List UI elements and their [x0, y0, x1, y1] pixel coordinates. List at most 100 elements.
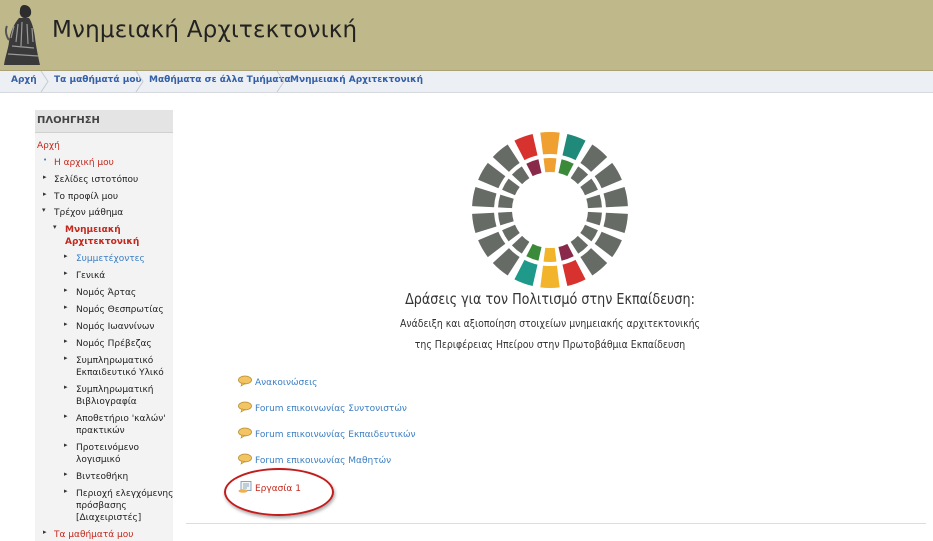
expand-arrow-icon[interactable]: ▸ — [64, 487, 68, 495]
expand-arrow-icon[interactable]: ▸ — [64, 441, 68, 449]
banner-subtitle-line1: Ανάδειξη και αξιοποίηση στοιχείων μνημει… — [399, 317, 701, 330]
navigation-block-header: ΠΛΟΗΓΗΣΗ — [35, 110, 173, 133]
activity-label[interactable]: Forum επικοινωνίας Μαθητών — [255, 456, 391, 466]
rosette-segment — [511, 166, 530, 185]
nav-section-item[interactable]: Συμπληρωματική — [76, 384, 153, 396]
rosette-segment — [498, 194, 514, 209]
nav-course-link-line2[interactable]: Αρχιτεκτονική — [65, 236, 139, 248]
rosette-segment — [478, 162, 506, 189]
nav-my-courses-link[interactable]: Τα μαθήματά μου — [54, 529, 133, 541]
banner-title: Δράσεις για τον Πολιτισμό στην Εκπαίδευσ… — [405, 290, 695, 308]
rosette-segment — [492, 248, 520, 276]
forum-icon — [238, 375, 252, 387]
rosette-segment — [603, 187, 628, 208]
rosette-segment — [580, 224, 598, 242]
rosette-segment — [540, 265, 560, 288]
expand-arrow-icon[interactable]: ▸ — [43, 528, 47, 536]
bullet-icon: • — [43, 156, 48, 164]
collapse-arrow-icon[interactable]: ▾ — [53, 223, 57, 231]
nav-section-item[interactable]: Εκπαιδευτικό Υλικό — [76, 367, 164, 379]
expand-arrow-icon[interactable]: ▸ — [64, 303, 68, 311]
nav-profile[interactable]: Το προφίλ μου — [54, 191, 118, 203]
nav-section-item[interactable]: Βιβλιογραφία — [76, 396, 137, 408]
nav-home-link[interactable]: Αρχή — [37, 140, 60, 152]
breadcrumb-other-departments-link[interactable]: Μαθήματα σε άλλα Τμήματα — [149, 75, 291, 85]
breadcrumb-course-link[interactable]: Μνημειακή Αρχιτεκτονική — [290, 75, 423, 85]
rosette-segment — [603, 212, 628, 233]
rosette-segment — [570, 235, 589, 254]
nav-section-item[interactable]: Βιντεοθήκη — [76, 471, 128, 483]
rosette-segment — [478, 231, 506, 258]
activity-label[interactable]: Forum επικοινωνίας Εκπαιδευτικών — [255, 430, 416, 440]
collapse-arrow-icon[interactable]: ▾ — [42, 206, 46, 214]
nav-section-item[interactable]: Συμπληρωματικό — [76, 355, 153, 367]
rosette-segment — [472, 212, 497, 233]
expand-arrow-icon[interactable]: ▸ — [64, 286, 68, 294]
statue-logo-icon[interactable] — [2, 2, 44, 68]
expand-arrow-icon[interactable]: ▸ — [64, 337, 68, 345]
rosette-segment — [580, 178, 598, 196]
rosette-segment — [558, 243, 574, 261]
rosette-segment — [594, 162, 622, 189]
nav-section-item[interactable]: πρακτικών — [76, 425, 125, 437]
nav-section-item[interactable]: Νομός Θεσπρωτίας — [76, 304, 164, 316]
breadcrumb-my-courses-link[interactable]: Τα μαθήματά μου — [54, 75, 142, 85]
rosette-segment — [586, 194, 602, 209]
breadcrumb-home-link[interactable]: Αρχή — [11, 75, 37, 85]
site-title: Μνημειακή Αρχιτεκτονική — [52, 17, 358, 43]
content-divider — [186, 523, 926, 524]
rosette-segment — [540, 132, 560, 155]
highlight-circle — [224, 468, 334, 516]
rosette-segment — [562, 259, 586, 287]
nav-course-link[interactable]: Μνημειακή — [65, 224, 121, 236]
nav-section-item[interactable]: Νομός Ιωαννίνων — [76, 321, 154, 333]
nav-section-item[interactable]: Γενικά — [76, 270, 105, 282]
activity-label[interactable]: Ανακοινώσεις — [255, 378, 317, 388]
rosette-segment — [514, 259, 538, 287]
rosette-segment — [511, 235, 530, 254]
forum-icon — [238, 453, 252, 465]
breadcrumb-separator-icon — [276, 71, 285, 92]
expand-arrow-icon[interactable]: ▸ — [64, 269, 68, 277]
activity-label[interactable]: Forum επικοινωνίας Συντονιστών — [255, 404, 407, 414]
nav-section-item[interactable]: Προτεινόμενο — [76, 442, 139, 454]
rosette-segment — [498, 211, 514, 226]
expand-arrow-icon[interactable]: ▸ — [64, 383, 68, 391]
rosette-segment — [558, 159, 574, 177]
nav-participants-link[interactable]: Συμμετέχοντες — [76, 253, 145, 265]
rosette-segment — [526, 159, 542, 177]
rosette-segment — [543, 158, 557, 173]
nav-section-item[interactable]: Περιοχή ελεγχόμενης — [76, 488, 173, 500]
expand-arrow-icon[interactable]: ▸ — [64, 470, 68, 478]
rosette-segment — [502, 224, 520, 242]
breadcrumb-separator-icon — [40, 71, 49, 92]
culture-rosette-logo — [472, 132, 628, 288]
nav-section-item[interactable]: πρόσβασης — [76, 500, 127, 512]
rosette-segment — [526, 243, 542, 261]
rosette-segment — [514, 133, 538, 161]
expand-arrow-icon[interactable]: ▸ — [43, 190, 47, 198]
rosette-segment — [492, 144, 520, 172]
navigation-block-title: ΠΛΟΗΓΗΣΗ — [37, 115, 100, 126]
forum-icon — [238, 427, 252, 439]
nav-section-item[interactable]: Αποθετήριο 'καλών' — [76, 413, 166, 425]
expand-arrow-icon[interactable]: ▸ — [64, 320, 68, 328]
rosette-segment — [580, 144, 608, 172]
site-header: Μνημειακή Αρχιτεκτονική — [0, 0, 933, 71]
nav-site-pages[interactable]: Σελίδες ιστοτόπου — [54, 174, 138, 186]
breadcrumb-separator-icon — [135, 71, 144, 92]
nav-section-item[interactable]: [Διαχειριστές] — [76, 512, 141, 524]
rosette-segment — [580, 248, 608, 276]
nav-section-item[interactable]: Νομός Άρτας — [76, 287, 136, 299]
nav-section-item[interactable]: λογισμικό — [76, 454, 121, 466]
banner-subtitle-line2: της Περιφέρειας Ηπείρου στην Πρωτοβάθμια… — [414, 338, 686, 351]
breadcrumb: Αρχή Τα μαθήματά μου Μαθήματα σε άλλα Τμ… — [0, 71, 933, 93]
expand-arrow-icon[interactable]: ▸ — [64, 412, 68, 420]
expand-arrow-icon[interactable]: ▸ — [64, 354, 68, 362]
nav-current-course[interactable]: Τρέχον μάθημα — [54, 207, 123, 219]
nav-dashboard-link[interactable]: Η αρχική μου — [54, 157, 114, 169]
nav-section-item[interactable]: Νομός Πρέβεζας — [76, 338, 152, 350]
expand-arrow-icon[interactable]: ▸ — [64, 252, 68, 260]
expand-arrow-icon[interactable]: ▸ — [43, 173, 47, 181]
forum-icon — [238, 401, 252, 413]
